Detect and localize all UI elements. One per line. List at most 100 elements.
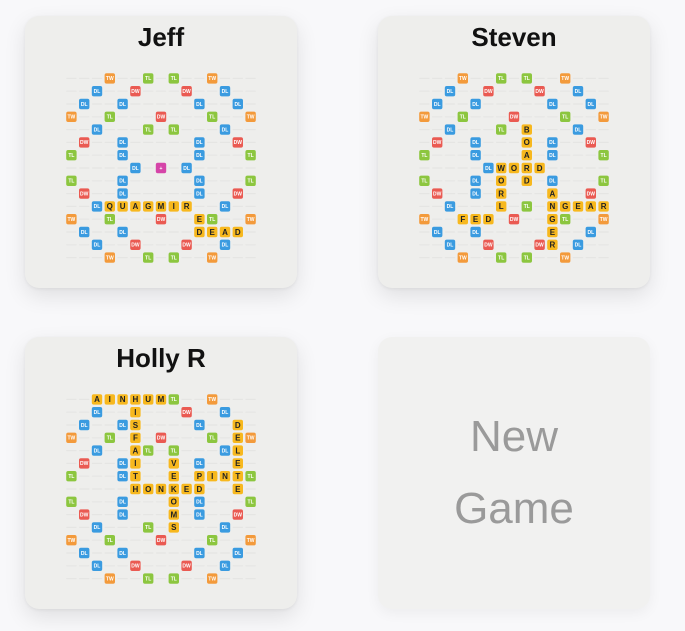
letter-tile-label: H: [133, 395, 139, 404]
board-cell: [508, 244, 520, 246]
game-card-holly-r[interactable]: Holly R A I N H U M TL TW DL I DW DL DL DL S DL D TW TL F DW…: [25, 337, 297, 609]
board-cell: [181, 578, 192, 580]
board-cell: [168, 244, 179, 246]
board-cell: [168, 411, 179, 413]
bonus-dl-label: DL: [119, 500, 126, 506]
board-cell: [521, 218, 532, 220]
board-cell: [219, 578, 231, 580]
game-card-jeff[interactable]: Jeff TW TL TL TW DL DW DW DL DL DL DL DL TW TL DW TL TW D…: [25, 16, 297, 288]
board-cell: [457, 180, 468, 182]
game-card-steven[interactable]: Steven TW TL TL TW DL DW DW DL DL DL DL DL TW TL DW TL T…: [378, 16, 650, 288]
bonus-dw-label: DW: [510, 217, 519, 223]
board-cell: [207, 526, 218, 528]
letter-tile-label: G: [145, 202, 151, 211]
board-cell: [534, 116, 545, 118]
bonus-dl-label: DL: [119, 512, 126, 518]
board-cell: [104, 475, 115, 477]
bonus-dl-label: DL: [196, 512, 203, 518]
bonus-dl-label: DL: [447, 89, 454, 95]
board-cell: [194, 129, 205, 131]
board-cell: [521, 90, 532, 92]
board-cell: [585, 116, 596, 118]
board-cell: [245, 578, 256, 580]
bonus-dl-label: DL: [222, 410, 229, 416]
board-cell: [66, 514, 77, 516]
letter-tile-label: O: [145, 485, 151, 494]
board-cell: [91, 437, 103, 439]
board-cell: [521, 116, 532, 118]
board-cell: [207, 552, 218, 554]
board-cell: [585, 154, 596, 156]
board-cell: [143, 462, 154, 464]
board-cell: [104, 231, 115, 233]
letter-tile-label: B: [524, 125, 530, 134]
bonus-tw-label: TW: [208, 255, 216, 261]
bonus-dl-label: DL: [485, 166, 492, 172]
board-cell: [117, 77, 128, 79]
board-cell: [207, 167, 218, 169]
board-cell: [130, 526, 141, 528]
bonus-tl-label: TL: [68, 500, 74, 506]
new-game-button[interactable]: New Game: [378, 337, 650, 609]
board-cell: [194, 437, 205, 439]
board-cell: [457, 193, 468, 195]
board-cell: [232, 154, 243, 156]
board-cell: [130, 77, 141, 79]
board-cell: [547, 257, 558, 259]
board-cell: [572, 193, 584, 195]
board-cell: [79, 475, 90, 477]
bonus-dl-label: DL: [549, 102, 556, 108]
board-cell: [585, 244, 596, 246]
board-cell: [245, 244, 256, 246]
board-cell: [457, 103, 468, 105]
letter-tile-label: G: [549, 215, 555, 224]
board-cell: [245, 257, 256, 259]
letter-tile-label: D: [537, 164, 543, 173]
bonus-tw-label: TW: [421, 115, 429, 121]
board-cell: [117, 488, 128, 490]
board-cell: [91, 257, 103, 259]
bonus-tw-label: TW: [247, 538, 255, 544]
board-cell: [245, 488, 256, 490]
board-cell: [66, 552, 77, 554]
board-cell: [194, 526, 205, 528]
letter-tile-label: A: [94, 395, 100, 404]
board-cell: [155, 244, 167, 246]
bonus-dl-label: DL: [196, 191, 203, 197]
bonus-dl-label: DL: [434, 230, 441, 236]
board-cell: [91, 475, 103, 477]
bonus-dl-label: DL: [472, 191, 479, 197]
board-cell: [104, 141, 115, 143]
bonus-dw-label: DW: [131, 243, 140, 249]
player-name: Jeff: [137, 22, 185, 52]
new-game-label-line2: Game: [454, 484, 574, 533]
letter-tile-label: I: [134, 408, 136, 417]
board-cell: [168, 193, 179, 195]
board-cell: [104, 167, 115, 169]
game-board: TW TL TL TWDL DW DW DLDL DL DL DLTW TL DW TL TWDL TL B D…: [419, 73, 609, 263]
board-cell: [219, 154, 231, 156]
board-cell: [232, 116, 243, 118]
board-cell: [219, 180, 231, 182]
board-cell: [598, 103, 609, 105]
bonus-tl-label: TL: [562, 115, 568, 121]
board-cell: [66, 103, 77, 105]
board-cell: [560, 193, 571, 195]
board-cell: [232, 501, 243, 503]
board-cell: [130, 116, 141, 118]
bonus-tl-label: TL: [171, 397, 177, 403]
board-cell: [483, 129, 494, 131]
board-cell: [207, 193, 218, 195]
board-cell: [143, 193, 154, 195]
board-cell: [143, 116, 154, 118]
board-cell: [419, 141, 430, 143]
board-cell: [219, 501, 231, 503]
board-cell: [104, 526, 115, 528]
board-cell: [560, 231, 571, 233]
board-cell: [155, 257, 167, 259]
bonus-tw-label: TW: [208, 397, 216, 403]
bonus-tw-label: TW: [561, 255, 569, 261]
board-cell: [194, 411, 205, 413]
bonus-dw-label: DW: [182, 410, 191, 416]
board-cell: [232, 77, 243, 79]
